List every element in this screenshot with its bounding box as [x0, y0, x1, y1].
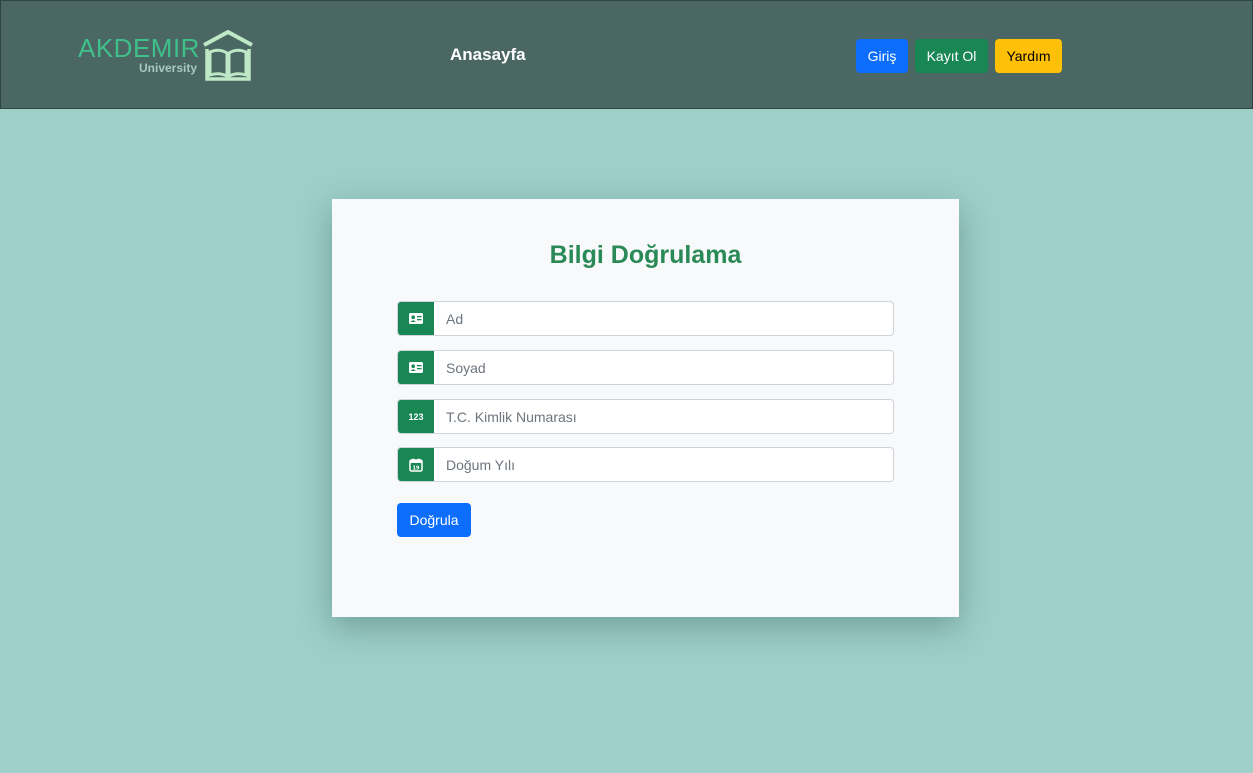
tc-number-group: 123 [397, 399, 894, 434]
logo-subtext: University [139, 61, 198, 75]
help-button[interactable]: Yardım [995, 39, 1062, 73]
form-title: Bilgi Doğrulama [549, 241, 742, 269]
id-card-icon [398, 302, 434, 335]
tc-number-input[interactable] [435, 400, 885, 433]
verification-card: Bilgi Doğrulama 123 [332, 199, 959, 617]
logo-text: AKDEMIR [78, 33, 200, 63]
birth-year-group: 19 [397, 447, 894, 482]
numbers-icon: 123 [398, 400, 434, 433]
login-button[interactable]: Giriş [856, 39, 908, 73]
first-name-input[interactable] [435, 302, 885, 335]
calendar-icon-text: 19 [413, 465, 420, 471]
id-card-icon [398, 351, 434, 384]
nav-home-link[interactable]: Anasayfa [450, 45, 526, 65]
last-name-input[interactable] [435, 351, 885, 384]
first-name-group [397, 301, 894, 336]
verify-button[interactable]: Doğrula [397, 503, 471, 537]
register-button[interactable]: Kayıt Ol [915, 39, 988, 73]
last-name-group [397, 350, 894, 385]
logo[interactable]: AKDEMIR University [78, 29, 258, 85]
birth-year-input[interactable] [435, 448, 885, 481]
book-house-icon [203, 30, 253, 81]
numbers-icon-text: 123 [408, 411, 424, 422]
navbar: AKDEMIR University Anasayfa Giriş Kayıt … [0, 0, 1253, 109]
calendar-icon: 19 [398, 448, 434, 481]
